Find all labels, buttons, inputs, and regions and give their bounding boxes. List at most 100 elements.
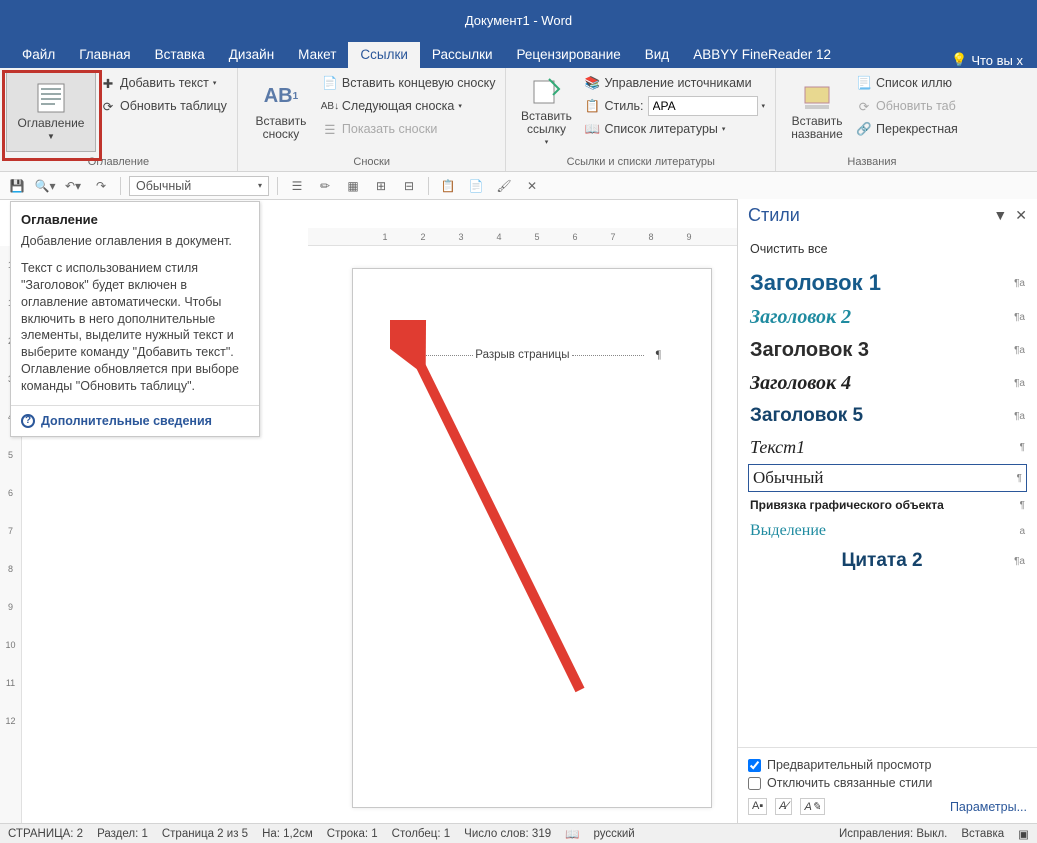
insert-footnote-button[interactable]: AB1 Вставить сноску [244, 70, 318, 152]
bibliography-icon: 📖 [584, 121, 600, 137]
tooltip-more-link[interactable]: ? Дополнительные сведения [11, 405, 259, 436]
chevron-down-icon[interactable]: ▼ [993, 207, 1007, 224]
tab-abbyy[interactable]: ABBYY FineReader 12 [681, 42, 843, 68]
group-footnotes: AB1 Вставить сноску 📄 Вставить концевую … [238, 68, 507, 171]
group-label-citations: Ссылки и списки литературы [512, 155, 769, 171]
char-mark-icon: a [1019, 526, 1025, 537]
add-text-button[interactable]: ✚ Добавить текст ▾ [96, 72, 231, 94]
bibliography-button[interactable]: 📖 Список литературы ▾ [580, 118, 769, 140]
illustration-list-button[interactable]: 📃 Список иллю [852, 72, 962, 94]
window-title: Документ1 - Word [465, 13, 572, 28]
crossref-button[interactable]: 🔗 Перекрестная [852, 118, 962, 140]
tab-file[interactable]: Файл [10, 42, 67, 68]
format-icon[interactable]: 🖌 [493, 175, 515, 197]
style-normal[interactable]: Обычный¶ [748, 464, 1027, 492]
status-page[interactable]: СТРАНИЦА: 2 [8, 828, 83, 840]
style-quote2[interactable]: Цитата 2¶a [748, 546, 1027, 576]
undo-icon[interactable]: ↶▾ [62, 175, 84, 197]
redo-icon[interactable]: ↷ [90, 175, 112, 197]
manage-sources-icon: 📚 [584, 75, 600, 91]
caption-icon [801, 81, 833, 113]
status-col[interactable]: Столбец: 1 [392, 828, 451, 840]
tab-view[interactable]: Вид [633, 42, 681, 68]
para-mark-icon: ¶a [1014, 312, 1025, 323]
style-selector[interactable]: Обычный ▾ [129, 176, 269, 196]
toc-button[interactable]: Оглавление ▼ [6, 70, 96, 152]
insert-endnote-button[interactable]: 📄 Вставить концевую сноску [318, 72, 500, 94]
group-label-captions: Названия [782, 155, 962, 171]
save-icon[interactable]: 💾 [6, 175, 28, 197]
clear-icon[interactable]: ✕ [521, 175, 543, 197]
style-heading3[interactable]: Заголовок 3¶a [748, 335, 1027, 366]
citation-style-input[interactable] [648, 96, 758, 116]
status-words[interactable]: Число слов: 319 [464, 828, 551, 840]
style-heading4[interactable]: Заголовок 4¶a [748, 368, 1027, 399]
styles-pane: Стили ▼ ✕ Очистить все Заголовок 1¶a Заг… [737, 199, 1037, 823]
style-heading2[interactable]: Заголовок 2¶a [748, 302, 1027, 333]
citation-style[interactable]: 📋 Стиль: ▾ [580, 95, 769, 117]
tab-mailings[interactable]: Рассылки [420, 42, 505, 68]
manage-styles-icon[interactable]: A✎ [800, 798, 825, 815]
update-table2-button[interactable]: ⟳ Обновить таб [852, 95, 962, 117]
style-selection[interactable]: Выделениеa [748, 518, 1027, 544]
show-notes-button[interactable]: ☰ Показать сноски [318, 118, 500, 140]
table2-icon[interactable]: ⊟ [398, 175, 420, 197]
manage-sources-button[interactable]: 📚 Управление источниками [580, 72, 769, 94]
group-label-footnotes: Сноски [244, 155, 500, 171]
preview-icon[interactable]: 🔍▾ [34, 175, 56, 197]
tab-review[interactable]: Рецензирование [505, 42, 633, 68]
pilcrow-icon: ¶ [401, 324, 406, 338]
table-icon[interactable]: ⊞ [370, 175, 392, 197]
tab-home[interactable]: Главная [67, 42, 142, 68]
group-label-toc: Оглавление [6, 155, 231, 171]
group-toc: Оглавление ▼ ✚ Добавить текст ▾ ⟳ Обнови… [0, 68, 238, 171]
status-section[interactable]: Раздел: 1 [97, 828, 148, 840]
insert-caption-button[interactable]: Вставить название [782, 70, 852, 152]
insert-citation-button[interactable]: Вставить ссылку ▾ [512, 70, 580, 152]
close-icon[interactable]: ✕ [1015, 207, 1027, 224]
crossref-icon: 🔗 [856, 121, 872, 137]
para-mark-icon: ¶ [1020, 442, 1025, 453]
styles-params-link[interactable]: Параметры... [950, 800, 1027, 814]
show-notes-icon: ☰ [322, 121, 338, 137]
para-mark-icon: ¶a [1014, 345, 1025, 356]
list-icon[interactable]: ☰ [286, 175, 308, 197]
workspace: Оглавление Добавление оглавления в докум… [0, 200, 1037, 823]
next-footnote-button[interactable]: AB↓ Следующая сноска ▾ [318, 95, 500, 117]
tab-design[interactable]: Дизайн [217, 42, 286, 68]
style-heading1[interactable]: Заголовок 1¶a [748, 266, 1027, 300]
para-mark-icon: ¶a [1014, 378, 1025, 389]
tab-layout[interactable]: Макет [286, 42, 348, 68]
disable-linked-checkbox[interactable]: Отключить связанные стили [748, 774, 1027, 792]
chevron-down-icon: ▾ [258, 181, 262, 190]
status-line[interactable]: Строка: 1 [327, 828, 378, 840]
style-anchor[interactable]: Привязка графического объекта¶ [748, 494, 1027, 516]
status-lang[interactable]: русский [593, 828, 634, 840]
proofing-icon[interactable]: 📖 [565, 827, 579, 841]
macro-icon[interactable]: ▣ [1018, 827, 1029, 841]
status-page-of[interactable]: Страница 2 из 5 [162, 828, 248, 840]
status-insert[interactable]: Вставка [961, 828, 1004, 840]
border-icon[interactable]: ▦ [342, 175, 364, 197]
copy-icon[interactable]: 📋 [437, 175, 459, 197]
status-at[interactable]: На: 1,2см [262, 828, 313, 840]
style-text1[interactable]: Текст1¶ [748, 433, 1027, 462]
preview-checkbox[interactable]: Предварительный просмотр [748, 756, 1027, 774]
status-track[interactable]: Исправления: Выкл. [839, 828, 947, 840]
tab-insert[interactable]: Вставка [143, 42, 217, 68]
style-inspector-icon[interactable]: A⁄ [775, 798, 792, 815]
tell-me[interactable]: 💡 Что вы х [951, 52, 1027, 68]
new-style-icon[interactable]: A▪ [748, 798, 767, 815]
chevron-down-icon: ▼ [47, 132, 55, 141]
eraser-icon[interactable]: ✏ [314, 175, 336, 197]
clear-all-button[interactable]: Очистить все [748, 238, 1027, 266]
next-footnote-icon: AB↓ [322, 98, 338, 114]
add-text-icon: ✚ [100, 75, 116, 91]
style-heading5[interactable]: Заголовок 5¶a [748, 401, 1027, 431]
pilcrow-icon: ¶ [656, 349, 661, 361]
status-bar: СТРАНИЦА: 2 Раздел: 1 Страница 2 из 5 На… [0, 823, 1037, 843]
tab-references[interactable]: Ссылки [348, 42, 420, 68]
update-table-button[interactable]: ⟳ Обновить таблицу [96, 95, 231, 117]
document-page[interactable]: ¶ Разрыв страницы ¶ [352, 268, 712, 808]
paste-icon[interactable]: 📄 [465, 175, 487, 197]
